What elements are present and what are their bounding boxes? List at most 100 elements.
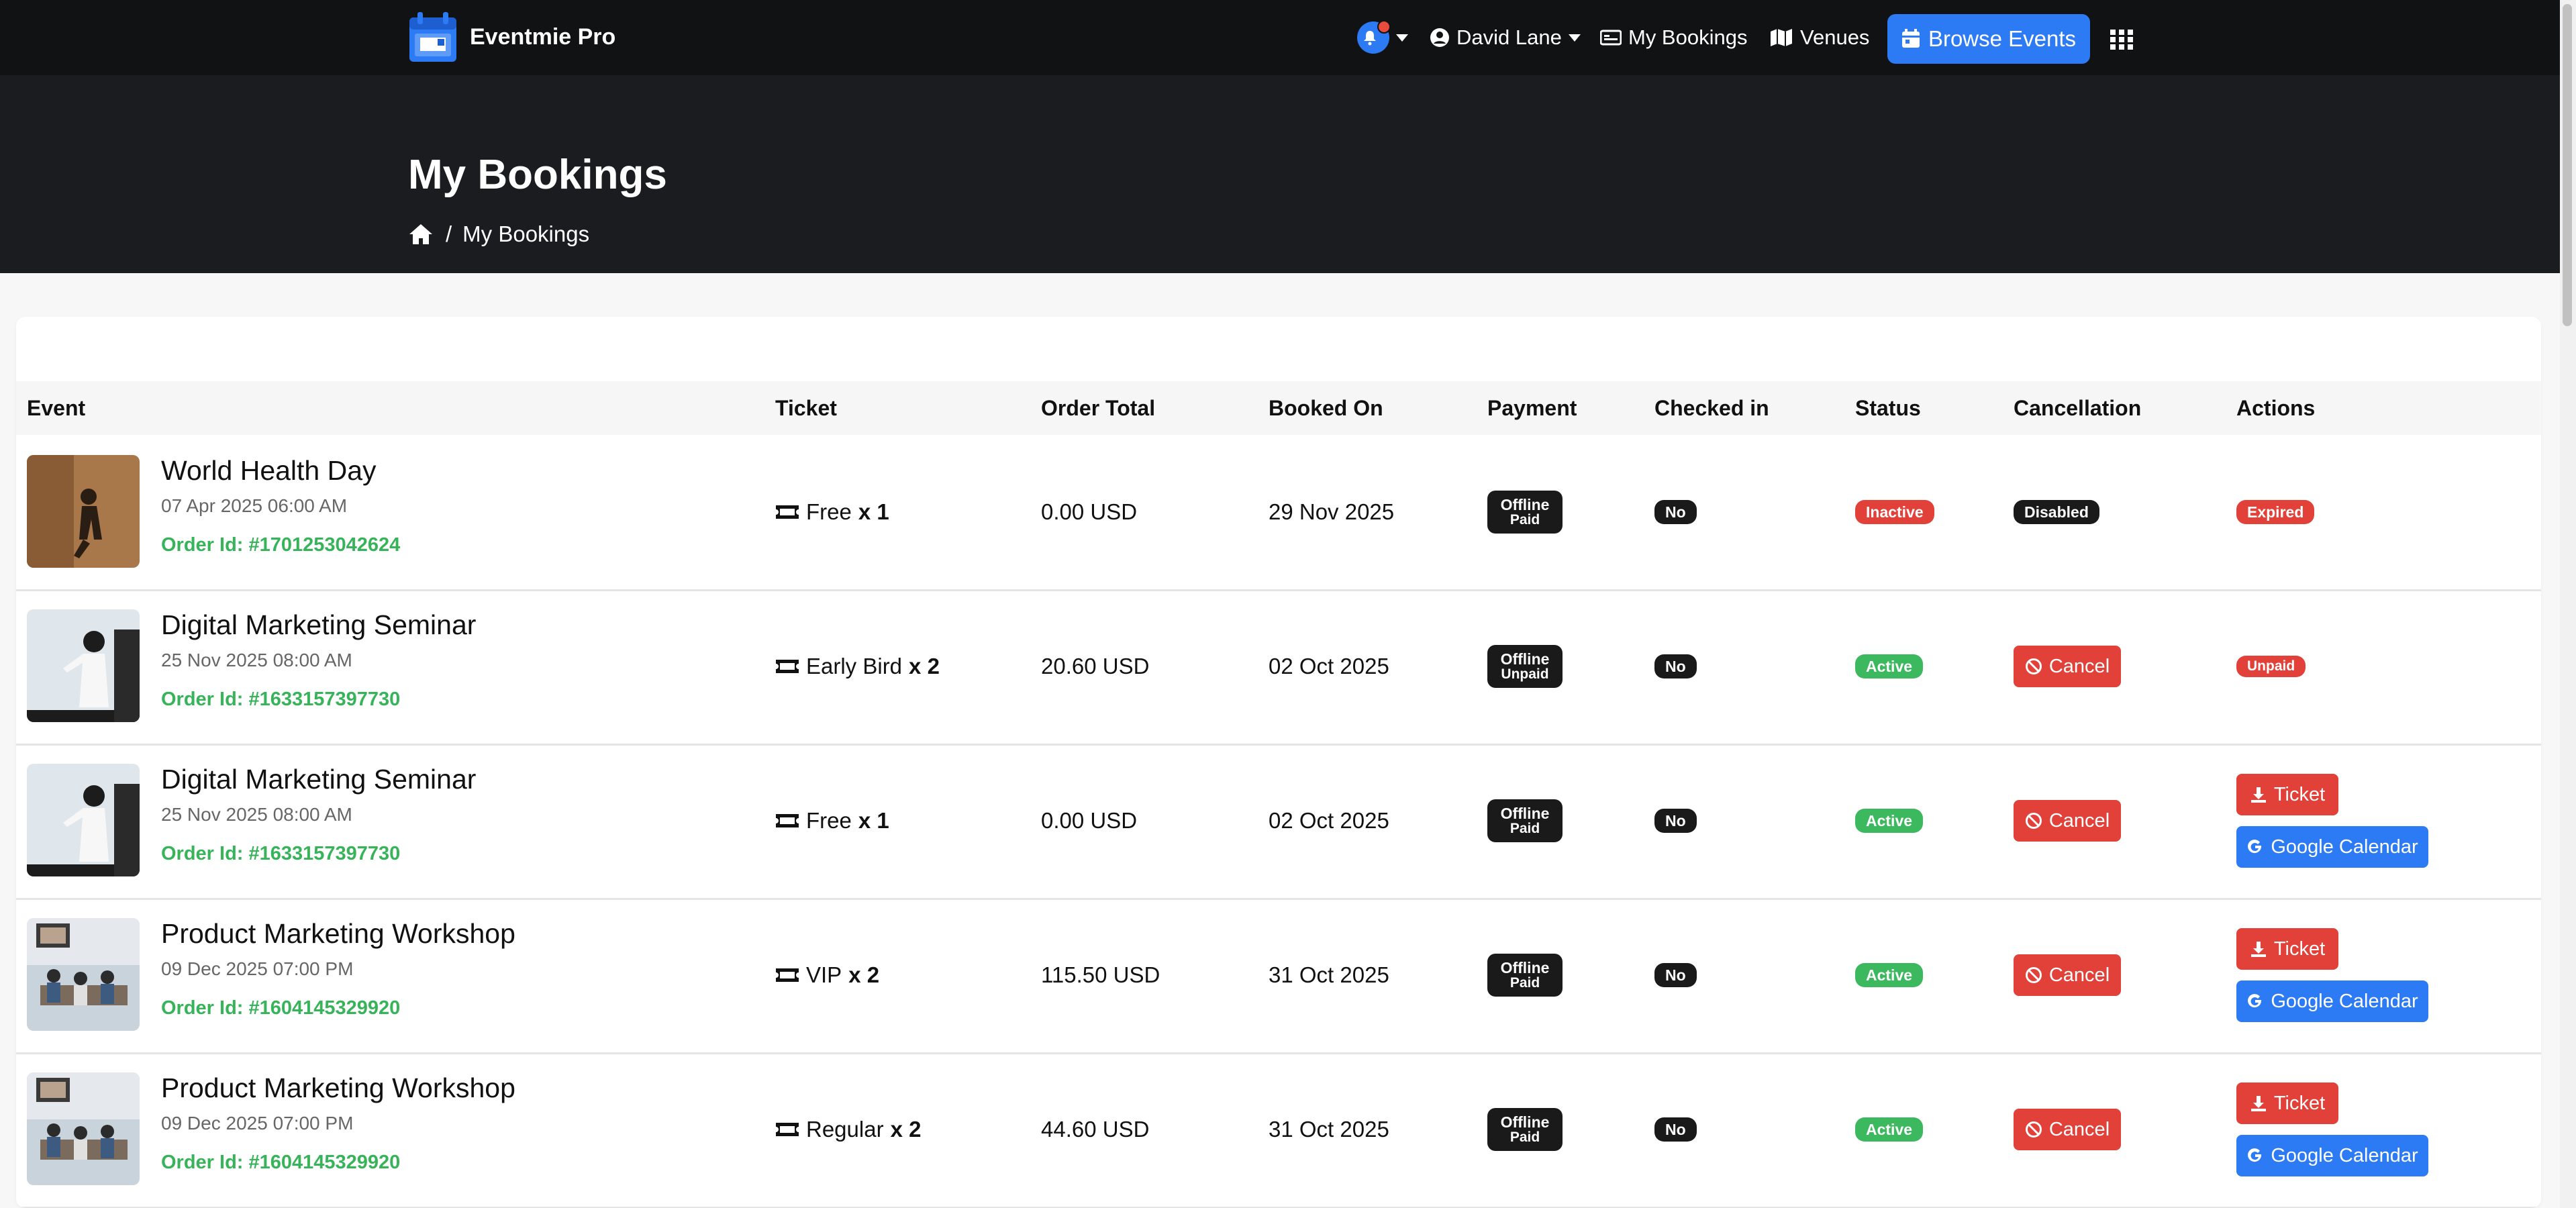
home-icon[interactable] [408, 223, 434, 246]
ban-icon [2025, 967, 2042, 983]
user-menu[interactable]: David Lane [1430, 0, 1581, 75]
ticket-icon [776, 814, 799, 827]
ticket-button-label: Ticket [2273, 938, 2326, 960]
event-title[interactable]: Product Marketing Workshop [161, 1072, 515, 1104]
ticket-name: Early Bird [806, 654, 903, 678]
status-badge: Active [1855, 963, 1924, 987]
booked-on: 29 Nov 2025 [1269, 499, 1395, 524]
breadcrumb: / My Bookings [408, 221, 589, 247]
table-row: Product Marketing Workshop 09 Dec 2025 0… [16, 1052, 2541, 1208]
calendar-logo-icon [409, 12, 456, 62]
col-booked-on: Booked On [1269, 395, 1383, 420]
browse-events-button[interactable]: Browse Events [1887, 14, 2090, 64]
status-badge: Inactive [1855, 500, 1934, 524]
order-id: Order Id: #1701253042624 [161, 534, 400, 556]
cancel-booking-button[interactable]: Cancel [2014, 1109, 2121, 1150]
event-thumbnail[interactable] [27, 764, 140, 876]
download-ticket-button[interactable]: Ticket [2236, 928, 2338, 970]
google-calendar-label: Google Calendar [2271, 1144, 2418, 1166]
event-date: 09 Dec 2025 07:00 PM [161, 958, 354, 979]
cancel-booking-button[interactable]: Cancel [2014, 646, 2121, 687]
order-total: 0.00 USD [1041, 808, 1138, 833]
payment-state: Unpaid [1501, 666, 1549, 683]
caret-down-icon [1396, 34, 1408, 42]
table-row: Digital Marketing Seminar 25 Nov 2025 08… [16, 744, 2541, 900]
event-title[interactable]: World Health Day [161, 455, 377, 487]
google-calendar-button[interactable]: Google Calendar [2236, 980, 2428, 1022]
cancel-booking-button[interactable]: Cancel [2014, 954, 2121, 996]
notifications-menu[interactable] [1357, 0, 1408, 75]
bell-icon [1357, 20, 1391, 54]
page-scrollbar-thumb[interactable] [2563, 4, 2572, 326]
nav-venues[interactable]: Venues [1769, 0, 1869, 75]
checked-in-cell: No [1654, 1052, 1697, 1207]
status-cell: Active [1855, 744, 1924, 898]
caret-down-icon [1568, 34, 1581, 42]
order-id-label: Order Id: [161, 997, 244, 1019]
ticket-qty: x 1 [858, 808, 889, 833]
payment-method: Offline [1500, 650, 1550, 668]
order-id: Order Id: #1633157397730 [161, 843, 400, 865]
google-calendar-button[interactable]: Google Calendar [2236, 826, 2428, 868]
ticket-qty: x 1 [858, 499, 889, 524]
google-calendar-label: Google Calendar [2271, 990, 2418, 1012]
order-id: Order Id: #1633157397730 [161, 689, 400, 711]
checked-in-badge: No [1654, 654, 1697, 678]
order-id-value: #1604145329920 [248, 997, 401, 1019]
event-title[interactable]: Digital Marketing Seminar [161, 609, 476, 641]
browse-events-label: Browse Events [1928, 26, 2077, 51]
payment-cell: Offline Unpaid [1487, 589, 1563, 744]
booked-on: 02 Oct 2025 [1269, 808, 1389, 833]
ticket-cell: Free x 1 [775, 435, 889, 589]
ticket-name: Free [806, 499, 852, 524]
table-row: Product Marketing Workshop 09 Dec 2025 0… [16, 898, 2541, 1054]
ticket-qty: x 2 [890, 1117, 922, 1142]
payment-cell: Offline Paid [1487, 744, 1563, 898]
status-cell: Active [1855, 898, 1924, 1052]
payment-method: Offline [1500, 495, 1550, 513]
ticket-cell: Free x 1 [775, 744, 889, 898]
event-title[interactable]: Product Marketing Workshop [161, 918, 515, 950]
checked-in-badge: No [1654, 809, 1697, 833]
event-thumbnail[interactable] [27, 918, 140, 1031]
status-cell: Active [1855, 1052, 1924, 1207]
status-badge: Active [1855, 654, 1924, 678]
download-ticket-button[interactable]: Ticket [2236, 774, 2338, 815]
top-navbar: Eventmie Pro David Lane My Bookings Venu… [0, 0, 2560, 75]
brand[interactable]: Eventmie Pro [408, 11, 615, 63]
event-thumbnail[interactable] [27, 455, 140, 568]
nav-my-bookings-label: My Bookings [1628, 26, 1748, 49]
event-thumbnail[interactable] [27, 609, 140, 722]
event-date: 25 Nov 2025 08:00 AM [161, 804, 352, 825]
col-event: Event [27, 395, 86, 420]
page-title: My Bookings [408, 152, 667, 198]
actions-cell: Unpaid [2236, 589, 2306, 744]
cancellation-badge: Disabled [2014, 500, 2099, 524]
status-badge: Active [1855, 809, 1924, 833]
cancel-label: Cancel [2048, 809, 2110, 832]
cancel-booking-button[interactable]: Cancel [2014, 800, 2121, 842]
payment-state: Paid [1509, 1129, 1540, 1146]
apps-grid-icon[interactable] [2110, 30, 2133, 50]
table-header: Event Ticket Order Total Booked On Payme… [16, 381, 2541, 435]
payment-method: Offline [1500, 958, 1550, 976]
event-date: 07 Apr 2025 06:00 AM [161, 495, 348, 516]
breadcrumb-current: My Bookings [462, 221, 590, 246]
checked-in-badge: No [1654, 963, 1697, 987]
map-icon [1771, 29, 1792, 46]
id-card-icon [1600, 30, 1622, 46]
event-thumbnail[interactable] [27, 1072, 140, 1185]
google-calendar-button[interactable]: Google Calendar [2236, 1135, 2428, 1176]
nav-my-bookings[interactable]: My Bookings [1600, 0, 1747, 75]
event-title[interactable]: Digital Marketing Seminar [161, 764, 476, 795]
event-date: 09 Dec 2025 07:00 PM [161, 1113, 354, 1134]
table-row: World Health Day 07 Apr 2025 06:00 AM Or… [16, 435, 2541, 591]
payment-state: Paid [1509, 512, 1540, 528]
cancel-label: Cancel [2048, 1118, 2110, 1140]
cancellation-cell: Cancel [2014, 898, 2121, 1052]
download-ticket-button[interactable]: Ticket [2236, 1083, 2338, 1124]
cancellation-cell: Disabled [2014, 435, 2099, 589]
breadcrumb-separator: / [446, 221, 452, 246]
google-calendar-label: Google Calendar [2271, 836, 2418, 858]
payment-method: Offline [1500, 804, 1550, 822]
